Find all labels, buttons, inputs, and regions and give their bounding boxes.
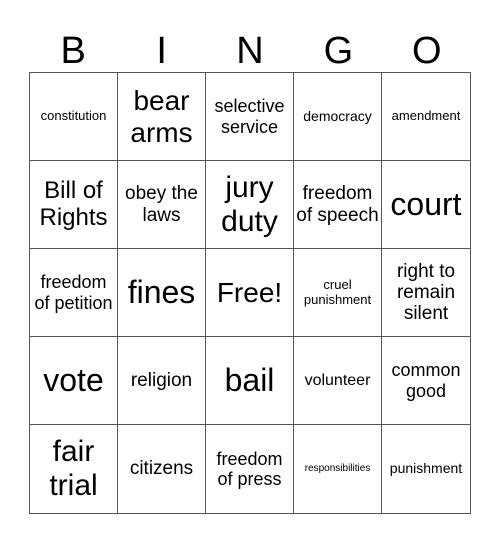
header-letter-i: I xyxy=(156,30,167,72)
bingo-grid: constitution bear arms selective service de… xyxy=(29,72,471,514)
bingo-cell[interactable]: citizens xyxy=(118,425,206,513)
bingo-cell[interactable]: right to remain silent xyxy=(382,249,470,337)
bingo-cell[interactable]: freedom of petition xyxy=(30,249,118,337)
bingo-cell[interactable]: bear arms xyxy=(118,73,206,161)
header-letter-b: B xyxy=(60,30,86,72)
bingo-cell[interactable]: volunteer xyxy=(294,337,382,425)
header-letter-o: O xyxy=(412,30,442,72)
bingo-cell[interactable]: freedom of speech xyxy=(294,161,382,249)
bingo-cell[interactable]: selective service xyxy=(206,73,294,161)
free-space-cell[interactable]: Free! xyxy=(206,249,294,337)
bingo-cell[interactable]: freedom of press xyxy=(206,425,294,513)
bingo-cell[interactable]: common good xyxy=(382,337,470,425)
bingo-cell[interactable]: constitution xyxy=(30,73,118,161)
bingo-cell[interactable]: bail xyxy=(206,337,294,425)
bingo-cell[interactable]: religion xyxy=(118,337,206,425)
bingo-cell[interactable]: responsibilities xyxy=(294,425,382,513)
bingo-cell[interactable]: cruel punishment xyxy=(294,249,382,337)
bingo-header: B I N G O xyxy=(29,30,471,72)
bingo-cell[interactable]: jury duty xyxy=(206,161,294,249)
bingo-cell[interactable]: punishment xyxy=(382,425,470,513)
bingo-cell[interactable]: democracy xyxy=(294,73,382,161)
bingo-cell[interactable]: court xyxy=(382,161,470,249)
bingo-cell[interactable]: fair trial xyxy=(30,425,118,513)
bingo-cell[interactable]: vote xyxy=(30,337,118,425)
header-letter-n: N xyxy=(236,30,264,72)
bingo-cell[interactable]: Bill of Rights xyxy=(30,161,118,249)
bingo-cell[interactable]: amendment xyxy=(382,73,470,161)
bingo-cell[interactable]: obey the laws xyxy=(118,161,206,249)
bingo-cell[interactable]: fines xyxy=(118,249,206,337)
header-letter-g: G xyxy=(323,30,354,72)
